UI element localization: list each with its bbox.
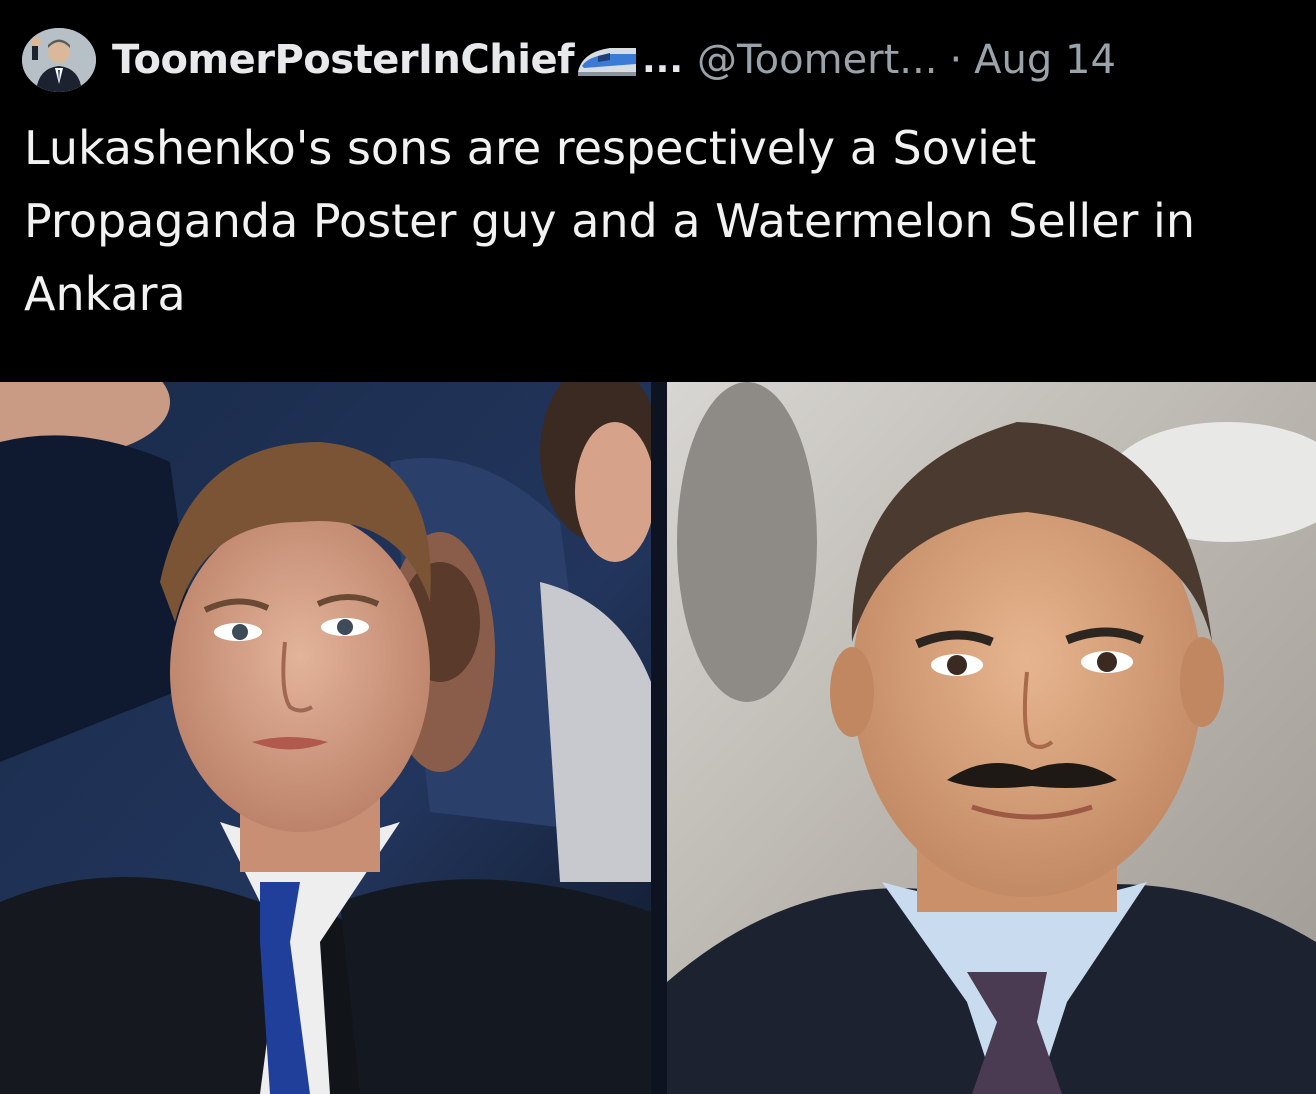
author-display-name[interactable]: ToomerPosterInChief xyxy=(112,37,574,83)
tweet-text: Lukashenko's sons are respectively a Sov… xyxy=(24,121,1195,321)
high-speed-train-icon xyxy=(576,40,640,80)
avatar-icon xyxy=(22,28,96,92)
young-man-photo xyxy=(0,382,651,1094)
tweet-header: ToomerPosterInChief ... @Toomert... · Au… xyxy=(22,28,1302,92)
mustached-man-photo xyxy=(667,382,1316,1094)
author-handle[interactable]: @Toomert... xyxy=(697,37,937,83)
header-separator: · xyxy=(949,37,963,83)
tweet-media-grid xyxy=(0,382,1316,1094)
media-photo-right[interactable] xyxy=(667,382,1316,1094)
media-photo-left[interactable] xyxy=(0,382,651,1094)
tweet-timestamp[interactable]: Aug 14 xyxy=(974,37,1116,83)
name-truncation: ... xyxy=(641,39,684,81)
author-avatar[interactable] xyxy=(22,28,96,92)
